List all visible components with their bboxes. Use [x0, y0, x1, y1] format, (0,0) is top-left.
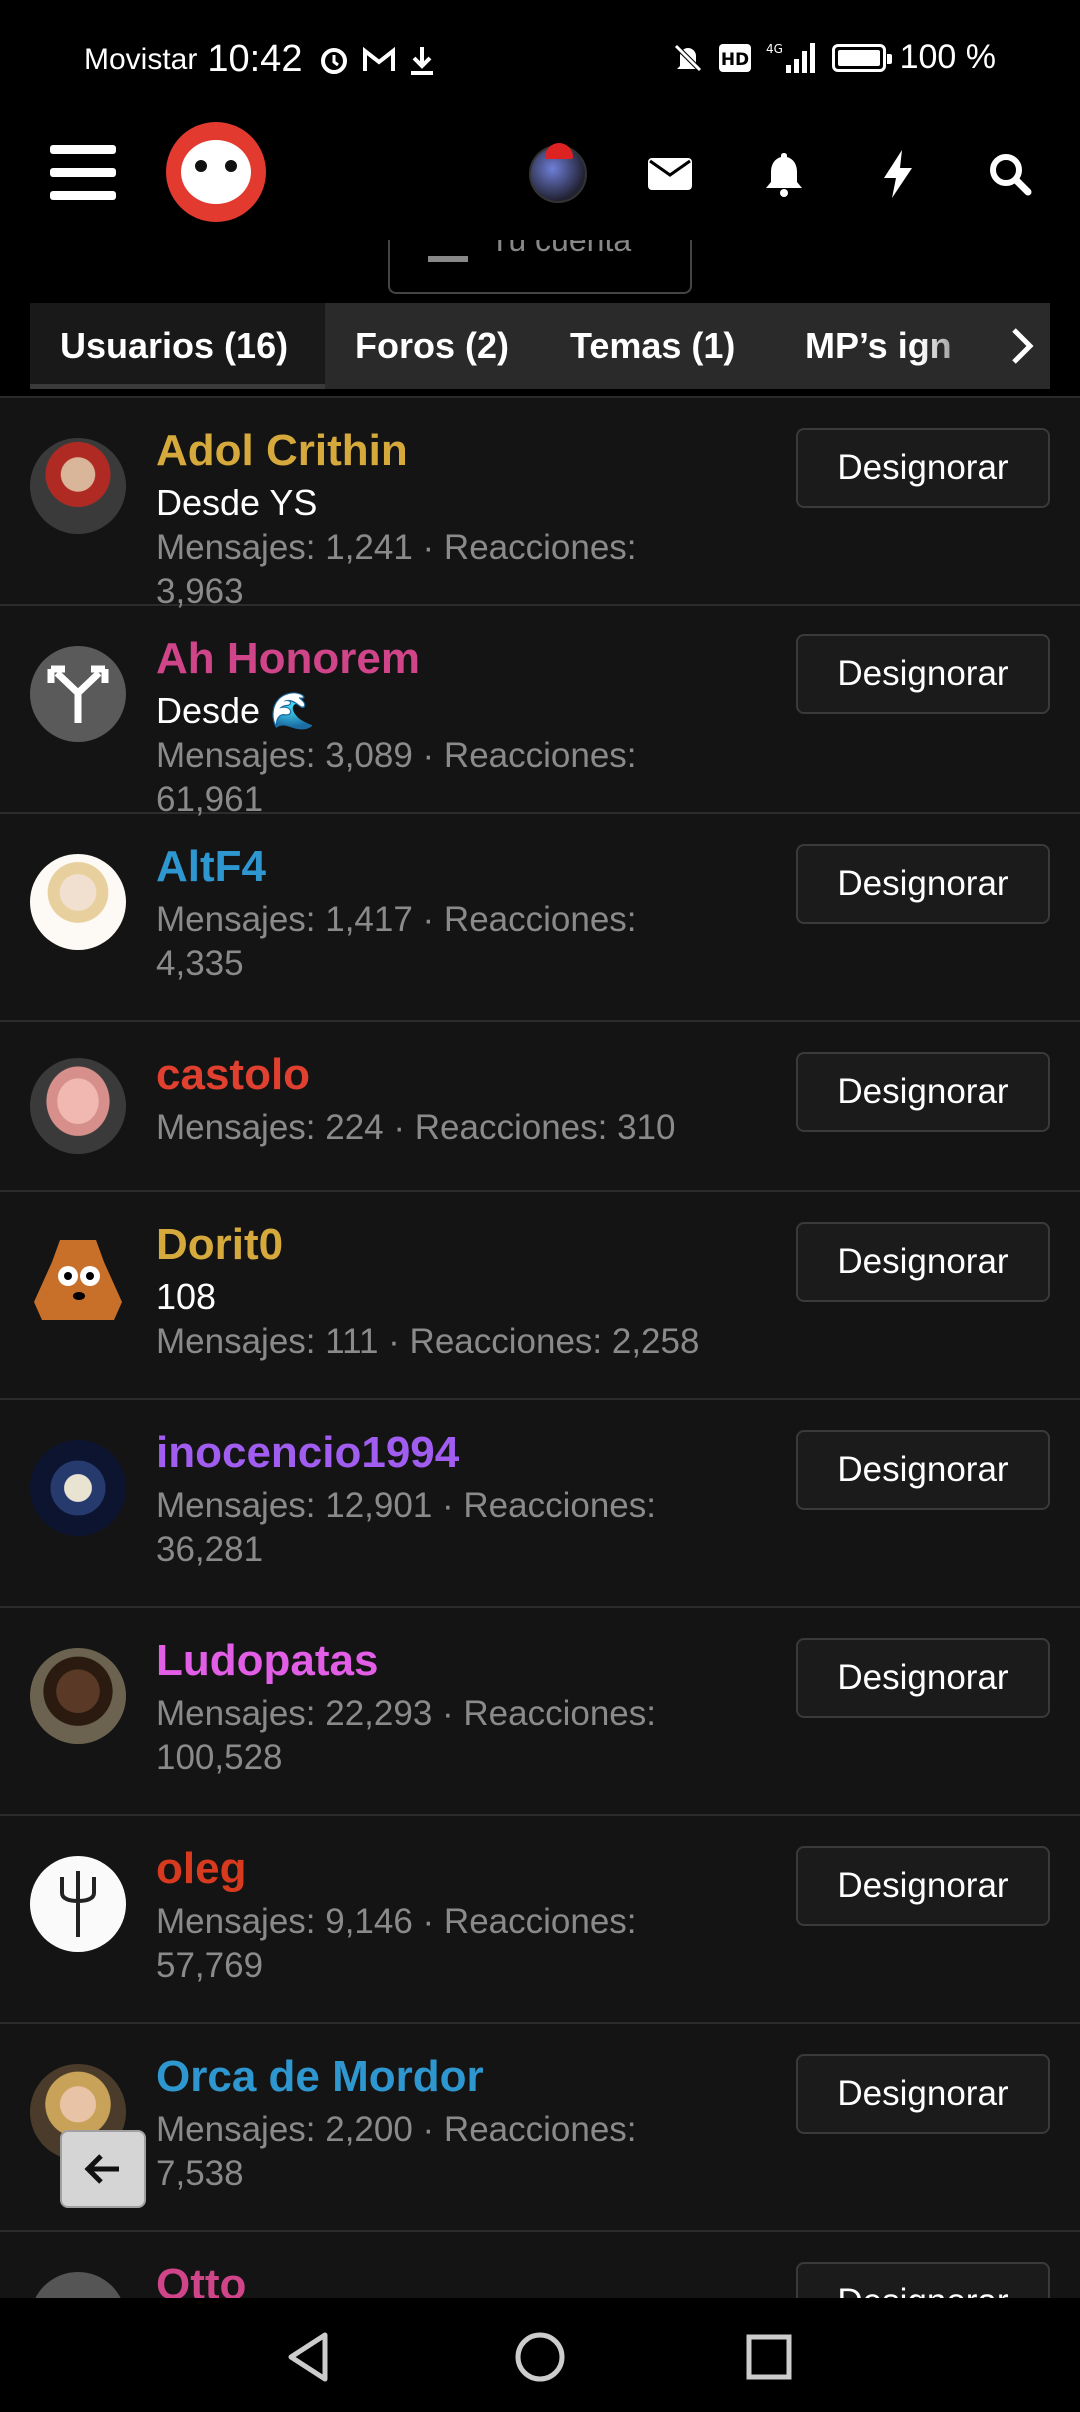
- status-left: Movistar 10:42: [84, 38, 436, 81]
- search-icon[interactable]: [978, 142, 1042, 206]
- username[interactable]: Adol Crithin: [156, 426, 408, 476]
- account-tab[interactable]: Tu cuenta: [388, 240, 692, 294]
- notification-icons: [318, 44, 436, 76]
- avatar[interactable]: [30, 646, 126, 742]
- list-item: Ah Honorem Desde 🌊 Mensajes: 3,089 · Rea…: [0, 606, 1080, 819]
- avatar[interactable]: [30, 1648, 126, 1744]
- user-title: Desde YS: [156, 482, 318, 523]
- user-stats: Mensajes: 3,089 · Reacciones: 61,961: [156, 736, 637, 819]
- list-item: Adol Crithin Desde YS Mensajes: 1,241 · …: [0, 398, 1080, 611]
- unignore-button[interactable]: Designorar: [796, 1430, 1050, 1510]
- battery-text: 100 %: [899, 38, 996, 76]
- username[interactable]: Ah Honorem: [156, 634, 420, 684]
- unignore-button[interactable]: Designorar: [796, 1638, 1050, 1718]
- back-button[interactable]: [60, 2130, 146, 2208]
- svg-text:HD: HD: [720, 50, 748, 70]
- avatar[interactable]: [30, 1232, 126, 1328]
- download-icon: [411, 46, 434, 75]
- gmail-icon: [363, 46, 396, 71]
- bell-icon[interactable]: [752, 142, 816, 206]
- user-stats: Mensajes: 1,241 · Reacciones: 3,963: [156, 528, 637, 611]
- status-bar: Movistar 10:42 HD 4G 100 %: [0, 0, 1080, 120]
- bolt-icon[interactable]: [866, 142, 930, 206]
- user-stats: Mensajes: 22,293 · Reacciones: 100,528: [156, 1694, 656, 1777]
- tab-label: Foros (2): [355, 325, 510, 366]
- clock: 10:42: [207, 38, 303, 80]
- tab-label: Temas (1): [570, 325, 736, 366]
- list-item: Ludopatas Mensajes: 22,293 · Reacciones:…: [0, 1608, 1080, 1816]
- user-stats: Mensajes: 2,200 · Reacciones: 7,538: [156, 2110, 637, 2193]
- status-right: HD 4G 100 %: [672, 38, 996, 77]
- tab-temas[interactable]: Temas (1): [570, 303, 735, 389]
- mail-icon[interactable]: [638, 142, 702, 206]
- unignore-button[interactable]: Designorar: [796, 844, 1050, 924]
- unignore-button[interactable]: Designorar: [796, 1052, 1050, 1132]
- arrow-left-icon: [84, 2154, 119, 2184]
- avatar[interactable]: [30, 438, 126, 534]
- tab-usuarios[interactable]: Usuarios (16): [30, 303, 325, 389]
- list-item: inocencio1994 Mensajes: 12,901 · Reaccio…: [0, 1400, 1080, 1608]
- nav-recents-icon[interactable]: [734, 2322, 804, 2392]
- list-item: Dorit0 108 Mensajes: 111 · Reacciones: 2…: [0, 1192, 1080, 1400]
- username[interactable]: castolo: [156, 1050, 310, 1100]
- unignore-button[interactable]: Designorar: [796, 634, 1050, 714]
- unignore-button[interactable]: Designorar: [796, 1222, 1050, 1302]
- mute-icon: [673, 43, 702, 72]
- unignore-button[interactable]: Designorar: [796, 428, 1050, 508]
- user-stats: Mensajes: 111 · Reacciones: 2,258: [156, 1322, 700, 1361]
- site-logo[interactable]: [166, 122, 266, 222]
- tab-label: Usuarios (16): [60, 325, 289, 366]
- nav-back-icon[interactable]: [274, 2322, 344, 2392]
- hd-icon: HD: [718, 43, 751, 72]
- ignored-tabs: Usuarios (16) Foros (2) Temas (1) MP’s i…: [30, 303, 1050, 389]
- account-tab-icon: [428, 256, 468, 262]
- battery-level: [837, 49, 880, 66]
- avatar[interactable]: [30, 2272, 126, 2300]
- username[interactable]: Otto: [156, 2260, 246, 2300]
- username[interactable]: Dorit0: [156, 1220, 283, 1270]
- tab-foros[interactable]: Foros (2): [355, 303, 509, 389]
- avatar[interactable]: [30, 1856, 126, 1952]
- unignore-button[interactable]: Designorar: [796, 2262, 1050, 2300]
- user-avatar[interactable]: [526, 142, 590, 206]
- unignore-button[interactable]: Designorar: [796, 1846, 1050, 1926]
- account-tab-label: Tu cuenta: [490, 240, 632, 258]
- nav-home-icon[interactable]: [505, 2322, 575, 2392]
- list-item: AltF4 Mensajes: 1,417 · Reacciones: 4,33…: [0, 814, 1080, 1022]
- avatar[interactable]: [30, 854, 126, 950]
- user-stats: Mensajes: 9,146 · Reacciones: 57,769: [156, 1902, 637, 1985]
- system-nav-bar: [0, 2298, 1080, 2412]
- username[interactable]: oleg: [156, 1844, 246, 1894]
- list-item: oleg Mensajes: 9,146 · Reacciones: 57,76…: [0, 1816, 1080, 2024]
- battery-icon: [831, 43, 892, 72]
- signal-4g-icon: 4G: [766, 42, 815, 73]
- username[interactable]: AltF4: [156, 842, 266, 892]
- chevron-right-icon[interactable]: [994, 303, 1050, 389]
- avatar[interactable]: [30, 1058, 126, 1154]
- alarm-icon: [321, 47, 348, 74]
- svg-text:4G: 4G: [766, 42, 783, 56]
- user-stats: Mensajes: 224 · Reacciones: 310: [156, 1108, 676, 1147]
- user-stats: Mensajes: 12,901 · Reacciones: 36,281: [156, 1486, 656, 1569]
- unignore-button[interactable]: Designorar: [796, 2054, 1050, 2134]
- list-item: Otto Designorar: [0, 2232, 1080, 2300]
- user-stats: Mensajes: 1,417 · Reacciones: 4,335: [156, 900, 637, 983]
- username[interactable]: Orca de Mordor: [156, 2052, 484, 2102]
- avatar[interactable]: [30, 1440, 126, 1536]
- user-title: 108: [156, 1276, 217, 1317]
- username[interactable]: inocencio1994: [156, 1428, 459, 1478]
- list-item: Orca de Mordor Mensajes: 2,200 · Reaccio…: [0, 2024, 1080, 2232]
- carrier-label: Movistar: [84, 42, 198, 76]
- app-header: Tu cuenta: [0, 120, 1080, 300]
- username[interactable]: Ludopatas: [156, 1636, 378, 1686]
- menu-icon[interactable]: [50, 145, 116, 201]
- ignored-users-list: Adol Crithin Desde YS Mensajes: 1,241 · …: [0, 396, 1080, 2300]
- list-item: castolo Mensajes: 224 · Reacciones: 310 …: [0, 1022, 1080, 1192]
- user-title: Desde 🌊: [156, 690, 315, 731]
